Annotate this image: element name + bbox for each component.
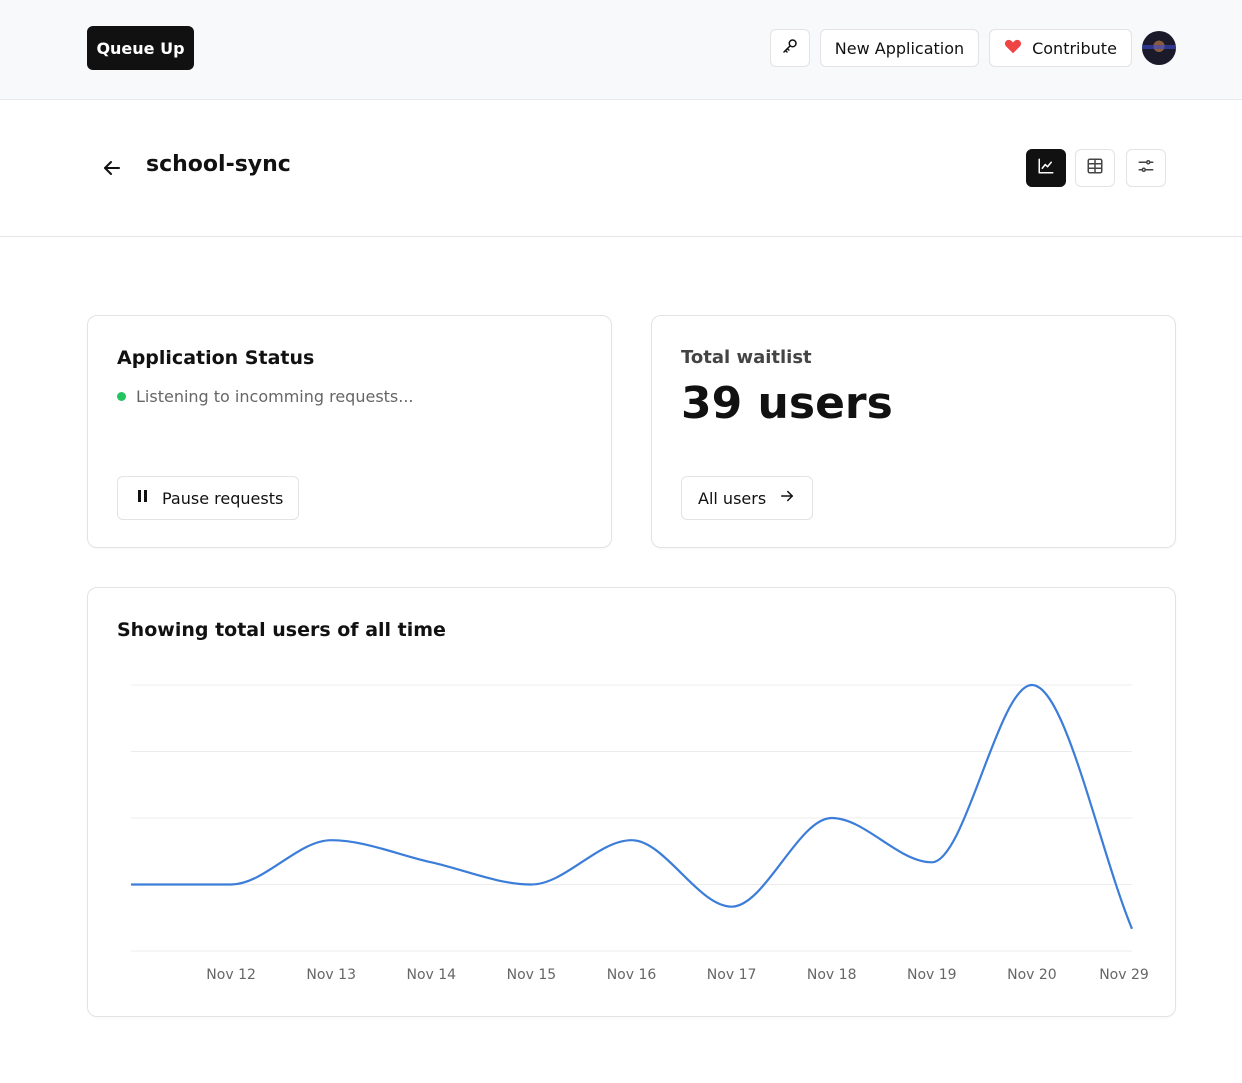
heart-icon [1004, 38, 1022, 58]
arrow-right-icon [778, 487, 796, 509]
logo-button[interactable]: Queue Up [87, 26, 194, 70]
table-view-button[interactable] [1075, 149, 1115, 187]
x-tick-label: Nov 12 [206, 967, 256, 983]
back-arrow-icon[interactable] [100, 156, 124, 180]
contribute-label: Contribute [1032, 38, 1117, 58]
waitlist-count: 39 users [681, 378, 893, 429]
x-tick-label: Nov 16 [607, 967, 657, 983]
line-chart-icon [1037, 157, 1055, 179]
status-line: Listening to incomming requests... [117, 387, 414, 406]
x-tick-label: Nov 14 [407, 967, 457, 983]
status-text: Listening to incomming requests... [136, 387, 414, 406]
x-tick-label: Nov 19 [907, 967, 957, 983]
pause-requests-button[interactable]: Pause requests [117, 476, 300, 520]
sliders-icon [1137, 157, 1155, 179]
x-tick-label: Nov 29 [1099, 967, 1149, 983]
user-avatar[interactable] [1142, 31, 1176, 65]
new-application-button[interactable]: New Application [820, 29, 979, 67]
api-key-button[interactable] [770, 29, 810, 67]
app-header: school-sync [0, 100, 1242, 237]
settings-button[interactable] [1126, 149, 1166, 187]
application-status-card: Application Status Listening to incommin… [87, 315, 612, 548]
all-users-label: All users [698, 488, 767, 508]
x-tick-label: Nov 20 [1007, 967, 1057, 983]
users-line-chart: Nov 12 Nov 13 Nov 14 Nov 15 Nov 16 Nov 17 Nov … [131, 683, 1149, 983]
x-tick-label: Nov 17 [707, 967, 757, 983]
x-tick-label: Nov 15 [507, 967, 557, 983]
pause-icon [136, 488, 150, 508]
x-tick-label: Nov 18 [807, 967, 857, 983]
key-icon [781, 37, 799, 59]
contribute-button[interactable]: Contribute [989, 29, 1132, 67]
chart-view-button[interactable] [1026, 149, 1066, 187]
pause-requests-label: Pause requests [162, 488, 284, 508]
x-tick-label: Nov 13 [306, 967, 356, 983]
all-users-button[interactable]: All users [681, 476, 814, 520]
total-waitlist-card: Total waitlist 39 users All users [651, 315, 1176, 548]
series-line [131, 683, 1134, 930]
app-title: school-sync [146, 152, 291, 177]
table-icon [1086, 157, 1104, 179]
status-card-title: Application Status [117, 347, 315, 369]
users-chart-card: Showing total users of all time Nov 12 No… [87, 587, 1176, 1017]
waitlist-card-title: Total waitlist [681, 347, 812, 368]
top-bar: Queue Up New Application Contribute [0, 0, 1242, 100]
status-dot-icon [117, 392, 126, 401]
